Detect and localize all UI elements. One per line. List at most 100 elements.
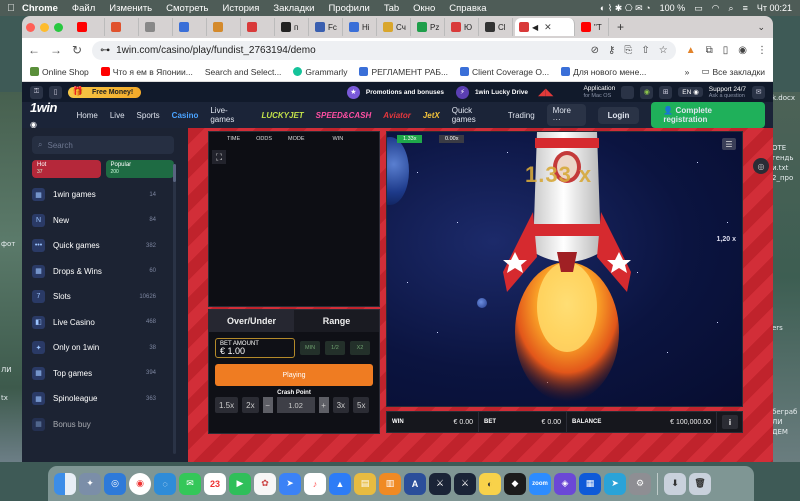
extensions-puzzle-icon[interactable]: ⧉ <box>706 45 713 56</box>
close-window-button[interactable] <box>26 22 35 32</box>
chrome-icon[interactable]: ◉ <box>129 472 151 495</box>
crash-decrease-button[interactable]: − <box>262 397 273 413</box>
facetime-icon[interactable]: ▶ <box>229 472 251 495</box>
music-icon[interactable]: ♪ <box>304 472 326 495</box>
calendar-icon[interactable]: 23 <box>204 472 226 495</box>
launchpad-icon[interactable]: ✦ <box>79 472 101 495</box>
sidebar-panel-icon[interactable]: ▯ <box>723 45 729 56</box>
menu-app-name[interactable]: Chrome <box>22 3 58 14</box>
books-icon[interactable]: ▥ <box>379 472 401 495</box>
phone-icon[interactable]: ▯ <box>49 85 62 99</box>
tab-over-under[interactable]: Over/Under <box>209 310 294 332</box>
nav-live-games[interactable]: Live-games <box>210 106 249 124</box>
category-1win-games[interactable]: ▦ 1win games 14 <box>32 182 174 208</box>
game-search-input[interactable]: ⌕ Search <box>32 136 174 154</box>
maximize-window-button[interactable] <box>54 22 63 32</box>
bookmark-star-icon[interactable]: ☆ <box>659 45 668 56</box>
info-button[interactable]: i <box>722 415 738 429</box>
lucky-drive-link[interactable]: 1win Lucky Drive <box>475 89 528 96</box>
forward-button[interactable]: → <box>50 43 62 57</box>
category-slots[interactable]: 7 Slots 10626 <box>32 284 174 310</box>
eye-slash-icon[interactable]: ⊘ <box>591 45 599 56</box>
popular-chip[interactable]: Popular 200 <box>105 160 174 178</box>
crash-point-input[interactable]: 1.02 <box>276 397 315 413</box>
category-new[interactable]: N New 84 <box>32 208 174 234</box>
game-icon[interactable]: ⚔ <box>429 472 451 495</box>
menu-edit[interactable]: Изменить <box>109 3 152 14</box>
bet-min-button[interactable]: MIN <box>300 341 320 355</box>
app-store-icon[interactable]: A <box>404 472 426 495</box>
app-icon[interactable]: ◆ <box>504 472 526 495</box>
zoom-icon[interactable]: zoom <box>529 472 551 495</box>
site-info-icon[interactable]: ⊶ <box>100 45 110 56</box>
browser-tab[interactable] <box>141 18 173 36</box>
trash-icon[interactable]: 🗑 <box>689 472 711 495</box>
bet-amount-input[interactable]: BET AMOUNT € 1.00 <box>215 338 295 358</box>
more-button[interactable]: More ··· <box>546 104 586 126</box>
menu-profiles[interactable]: Профили <box>328 3 369 14</box>
cast-icon[interactable]: ⎘ <box>624 45 632 56</box>
menu-view[interactable]: Смотреть <box>166 3 208 14</box>
browser-tab[interactable]: Fc <box>311 18 343 36</box>
keynote-icon[interactable]: ▲ <box>329 472 351 495</box>
browser-tab[interactable] <box>73 18 105 36</box>
menu-tab[interactable]: Tab <box>384 3 399 14</box>
more-bookmarks-chevron-icon[interactable]: » <box>685 67 690 77</box>
battery-icon[interactable]: ▭ <box>694 3 703 14</box>
category-quick-games[interactable]: ••• Quick games 382 <box>32 233 174 259</box>
scrollbar-thumb[interactable] <box>173 164 176 182</box>
wifi-icon[interactable]: ◠ <box>712 3 720 14</box>
menu-help[interactable]: Справка <box>449 3 486 14</box>
url-text[interactable]: 1win.com/casino/play/fundist_2763194/dem… <box>116 45 316 56</box>
search-icon[interactable]: ⌕ <box>729 3 734 14</box>
browser-tab[interactable]: Hi <box>345 18 377 36</box>
apple-app-icon[interactable] <box>621 85 635 99</box>
bookmark-item[interactable]: Что я ем в Японии... <box>100 67 193 77</box>
messenger-icon[interactable]: ◌ <box>154 472 176 495</box>
address-bar[interactable]: ⊶ 1win.com/casino/play/fundist_2763194/d… <box>92 40 676 60</box>
browser-tab[interactable]: п <box>277 18 309 36</box>
nav-luckyjet[interactable]: LUCKYJET <box>261 111 303 120</box>
sidebar-scrollbar[interactable] <box>173 164 176 454</box>
tab-range[interactable]: Range <box>294 310 379 332</box>
game-icon[interactable]: ⚔ <box>454 472 476 495</box>
chat-icon[interactable]: ✉ <box>752 85 765 99</box>
bookmark-item[interactable]: РЕГЛАМЕНТ РАБ... <box>359 67 448 77</box>
register-button[interactable]: 👤 Complete registration <box>651 102 766 128</box>
nav-jetx[interactable]: JetX <box>423 111 440 120</box>
side-circle-icon[interactable]: ◎ <box>753 158 769 174</box>
support-link[interactable]: Support 24/7 Ask a question <box>709 86 746 99</box>
status-icons[interactable]: ◐ ⌇ ✱ ⎔ ✉ ◔ <box>600 3 651 14</box>
menu-file[interactable]: Файл <box>72 3 95 14</box>
nav-home[interactable]: Home <box>77 111 98 120</box>
login-button[interactable]: Login <box>597 106 640 124</box>
menu-window[interactable]: Окно <box>413 3 435 14</box>
crash-2x-button[interactable]: 2x <box>242 397 259 413</box>
play-button[interactable]: Playing <box>215 364 373 386</box>
chrome-menu-icon[interactable]: ⋮ <box>757 45 767 56</box>
profile-avatar[interactable]: ◉ <box>738 45 747 56</box>
free-money-button[interactable]: 🎁 Free Money! <box>68 86 142 98</box>
telegram-icon[interactable]: ➤ <box>604 472 626 495</box>
notes-icon[interactable]: ▤ <box>354 472 376 495</box>
language-selector[interactable]: EN ◉ <box>678 87 703 97</box>
nav-aviator[interactable]: Aviator <box>383 111 411 120</box>
nav-casino[interactable]: Casino <box>172 111 199 120</box>
back-button[interactable]: ← <box>28 43 40 57</box>
app-icon[interactable]: ◐ <box>479 472 501 495</box>
browser-tab[interactable] <box>175 18 207 36</box>
key-icon[interactable]: ⚷ <box>608 45 615 56</box>
browser-tab[interactable]: Cч <box>379 18 411 36</box>
bookmark-item[interactable]: Для нового мене... <box>561 67 646 77</box>
app-icon[interactable]: ▦ <box>579 472 601 495</box>
promotions-link[interactable]: Promotions and bonuses <box>366 89 444 96</box>
crash-increase-button[interactable]: + <box>318 397 329 413</box>
android-icon[interactable]: ◉ <box>640 85 654 99</box>
downloads-folder-icon[interactable]: ⬇ <box>664 472 686 495</box>
app-icon[interactable]: ◈ <box>554 472 576 495</box>
settings-icon[interactable]: ⚙ <box>629 472 651 495</box>
bet-half-button[interactable]: 1/2 <box>325 341 345 355</box>
category-drops-wins[interactable]: ▦ Drops & Wins 60 <box>32 259 174 285</box>
messages-icon[interactable]: ✉ <box>179 472 201 495</box>
browser-tab[interactable]: "Т <box>577 18 609 36</box>
